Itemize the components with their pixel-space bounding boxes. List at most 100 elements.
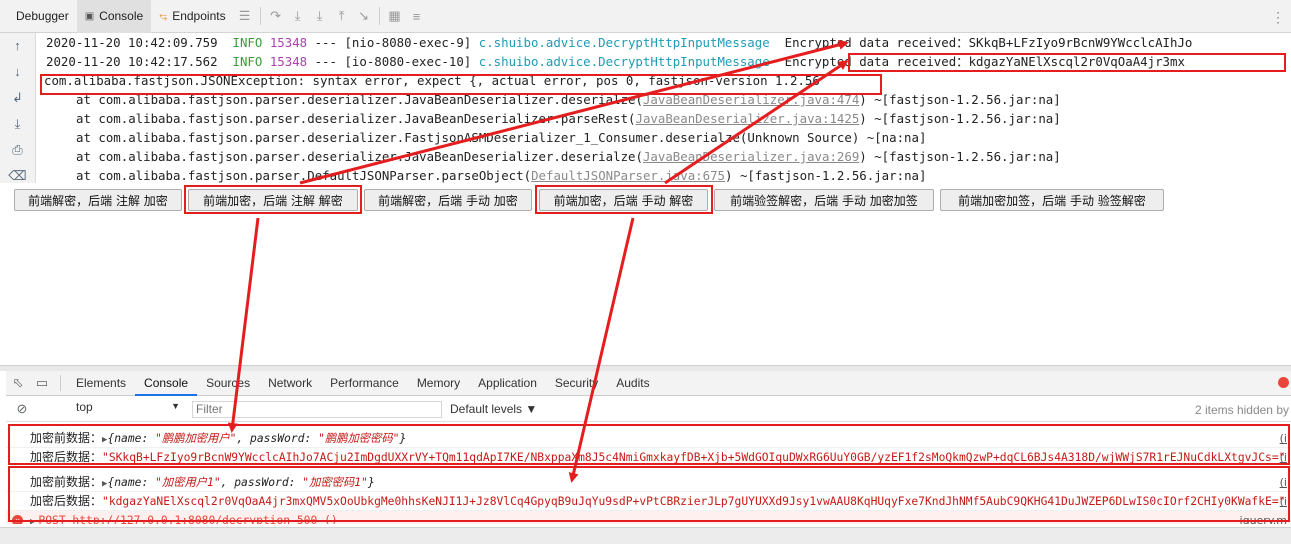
run-to-cursor-icon[interactable]: ↘ (353, 8, 375, 24)
message-value: "SKkqB+LFzIyo9rBcnW9YWcclcAIhJo7ACju2ImD… (102, 451, 1286, 464)
object-value: "鹏鹏加密密码" (318, 432, 400, 445)
menu-icon[interactable]: ☰ (234, 8, 256, 24)
tab-elements[interactable]: Elements (67, 371, 135, 396)
tab-application[interactable]: Application (469, 371, 546, 396)
tab-console[interactable]: Console (135, 371, 198, 396)
filter-input[interactable] (192, 400, 442, 418)
log-message: Encrypted data received：kdgazYaNElXscql2… (784, 54, 1185, 69)
frontend-decrypt-manual-encrypt-button[interactable]: 前端解密，后端 手动 加密 (364, 189, 532, 211)
object-value: "鹏鹏加密用户" (155, 432, 237, 445)
print-icon[interactable]: ⎙ (0, 137, 35, 163)
stack-frame-text: at com.alibaba.fastjson.parser.deseriali… (76, 149, 643, 164)
endpoints-icon: ⥃ (159, 10, 168, 22)
stack-frame: at com.alibaba.fastjson.parser.deseriali… (36, 109, 1291, 128)
source-link[interactable]: (i (1280, 473, 1287, 491)
stack-frame-text: at com.alibaba.fastjson.parser.deseriali… (76, 111, 636, 126)
step-into-icon[interactable]: ⤓ (287, 8, 309, 24)
log-message: Encrypted data received：SKkqB+LFzIyo9rBc… (784, 35, 1193, 50)
frontend-encrypt-sign-manual-verify-decrypt-button[interactable]: 前端加密加签，后端 手动 验签解密 (940, 189, 1164, 211)
tab-audits[interactable]: Audits (607, 371, 658, 396)
force-step-into-icon[interactable]: ⤓ (309, 8, 331, 24)
tab-network[interactable]: Network (259, 371, 321, 396)
log-thread: [nio-8080-exec-9] (344, 35, 472, 50)
error-count-icon[interactable] (1278, 377, 1289, 388)
frontend-encrypt-annotation-decrypt-button[interactable]: 前端加密，后端 注解 解密 (188, 189, 358, 211)
step-out-icon[interactable]: ⤒ (331, 8, 353, 24)
stack-frame: at com.alibaba.fastjson.parser.deseriali… (36, 128, 1291, 147)
expand-arrow-icon[interactable]: ▶ (30, 517, 35, 524)
evaluate-icon[interactable]: ▦ (384, 8, 406, 24)
frontend-verify-decrypt-manual-encrypt-sign-button[interactable]: 前端验签解密，后端 手动 加密加签 (714, 189, 934, 211)
console-message: 加密后数据："kdgazYaNElXscql2r0VqOaA4jr3mxQMV5… (6, 492, 1291, 511)
log-level: INFO (232, 54, 263, 69)
log-pid: 15348 (269, 54, 308, 69)
scroll-down-icon[interactable]: ↓ (0, 59, 35, 85)
source-link[interactable]: (i (1280, 429, 1287, 447)
tab-performance[interactable]: Performance (321, 371, 408, 396)
console-message: 加密后数据："SKkqB+LFzIyo9rBcnW9YWcclcAIhJo7AC… (6, 448, 1291, 467)
devtools-bottom-bar (0, 527, 1291, 544)
object-key: , passWord: (236, 432, 319, 445)
log-levels-dropdown[interactable]: Default levels ▼ (450, 402, 537, 416)
message-label: 加密前数据： (30, 431, 103, 445)
more-options-icon[interactable]: ⋮ (1271, 9, 1285, 26)
tab-console-label: Console (99, 9, 144, 23)
inspect-element-icon[interactable]: ⬁ (6, 375, 30, 391)
log-line: 2020-11-20 10:42:17.562 INFO 15348 --- [… (36, 52, 1291, 71)
chevron-down-icon: ▼ (171, 401, 180, 411)
tab-sources[interactable]: Sources (197, 371, 259, 396)
message-label: 加密前数据： (30, 475, 103, 489)
tab-debugger[interactable]: Debugger (0, 0, 77, 33)
stack-frame: at com.alibaba.fastjson.parser.deseriali… (36, 147, 1291, 166)
tab-debugger-label: Debugger (16, 9, 69, 23)
log-logger: c.shuibo.advice.DecryptHttpInputMessage (478, 54, 770, 69)
scroll-to-end-icon[interactable]: ⤓ (0, 111, 35, 137)
tab-console[interactable]: ▣ Console (76, 0, 152, 33)
stack-frame-tail: ) ~[fastjson-1.2.56.jar:na] (859, 111, 1061, 126)
stack-frame-link[interactable]: JavaBeanDeserializer.java:1425 (636, 111, 860, 126)
console-message: 加密前数据：▶{name: "鹏鹏加密用户", passWord: "鹏鹏加密密… (6, 429, 1291, 448)
trace-icon[interactable]: ≡ (406, 9, 428, 24)
scroll-up-icon[interactable]: ↑ (0, 33, 35, 59)
tab-memory[interactable]: Memory (408, 371, 469, 396)
console-messages: 加密前数据：▶{name: "鹏鹏加密用户", passWord: "鹏鹏加密密… (6, 423, 1291, 524)
context-select[interactable]: top ▼ (46, 400, 186, 418)
log-timestamp: 2020-11-20 10:42:17.562 (46, 54, 218, 69)
frontend-encrypt-manual-decrypt-button[interactable]: 前端加密，后端 手动 解密 (539, 189, 708, 211)
source-link[interactable]: (i (1280, 448, 1287, 466)
message-label: 加密后数据： (30, 494, 103, 508)
tab-security[interactable]: Security (546, 371, 607, 396)
stack-frame-link[interactable]: JavaBeanDeserializer.java:269 (643, 149, 859, 164)
log-level: INFO (232, 35, 263, 50)
object-close: } (367, 476, 375, 489)
toolbar-divider (259, 7, 261, 25)
step-over-icon[interactable]: ↷ (265, 8, 287, 24)
page-button-row: 前端解密，后端 注解 加密 前端加密，后端 注解 解密 前端解密，后端 手动 加… (0, 183, 1291, 219)
stack-frame-tail: ) ~[fastjson-1.2.56.jar:na] (859, 92, 1061, 107)
hidden-items-count: 2 items hidden by (1194, 403, 1289, 417)
log-thread: [io-8080-exec-10] (344, 54, 472, 69)
soft-wrap-icon[interactable]: ↲ (0, 85, 35, 111)
source-link[interactable]: (i (1280, 492, 1287, 510)
log-timestamp: 2020-11-20 10:42:09.759 (46, 35, 218, 50)
clear-console-icon[interactable]: ⊘ (10, 401, 34, 417)
object-value: "加密用户1" (155, 476, 221, 489)
stack-frame-text: at com.alibaba.fastjson.parser.deseriali… (76, 130, 927, 145)
exception-line: com.alibaba.fastjson.JSONException: synt… (44, 73, 820, 88)
tab-endpoints[interactable]: ⥃ Endpoints (151, 0, 233, 33)
log-line: 2020-11-20 10:42:09.759 INFO 15348 --- [… (36, 33, 1291, 52)
device-toolbar-icon[interactable]: ▭ (30, 375, 54, 391)
console-icon: ▣ (84, 10, 95, 22)
object-value: "加密密码1" (302, 476, 368, 489)
message-label: 加密后数据： (30, 450, 103, 464)
stack-frame: at com.alibaba.fastjson.parser.DefaultJS… (36, 166, 1291, 183)
context-select-value: top (76, 400, 93, 414)
console-error-message: ✕ ▶ POST http://127.0.0.1:8080/decryption … (6, 511, 1291, 524)
source-link[interactable]: jquery.m (1240, 511, 1287, 524)
message-value: "kdgazYaNElXscql2r0VqOaA4jr3mxQMV5xOoUbk… (102, 495, 1286, 508)
stack-frame-link[interactable]: JavaBeanDeserializer.java:474 (643, 92, 859, 107)
stack-frame-link[interactable]: DefaultJSONParser.java:675 (531, 168, 725, 183)
frontend-decrypt-annotation-encrypt-button[interactable]: 前端解密，后端 注解 加密 (14, 189, 182, 211)
log-separator: --- (314, 35, 337, 50)
stack-frame-text: at com.alibaba.fastjson.parser.deseriali… (76, 92, 643, 107)
